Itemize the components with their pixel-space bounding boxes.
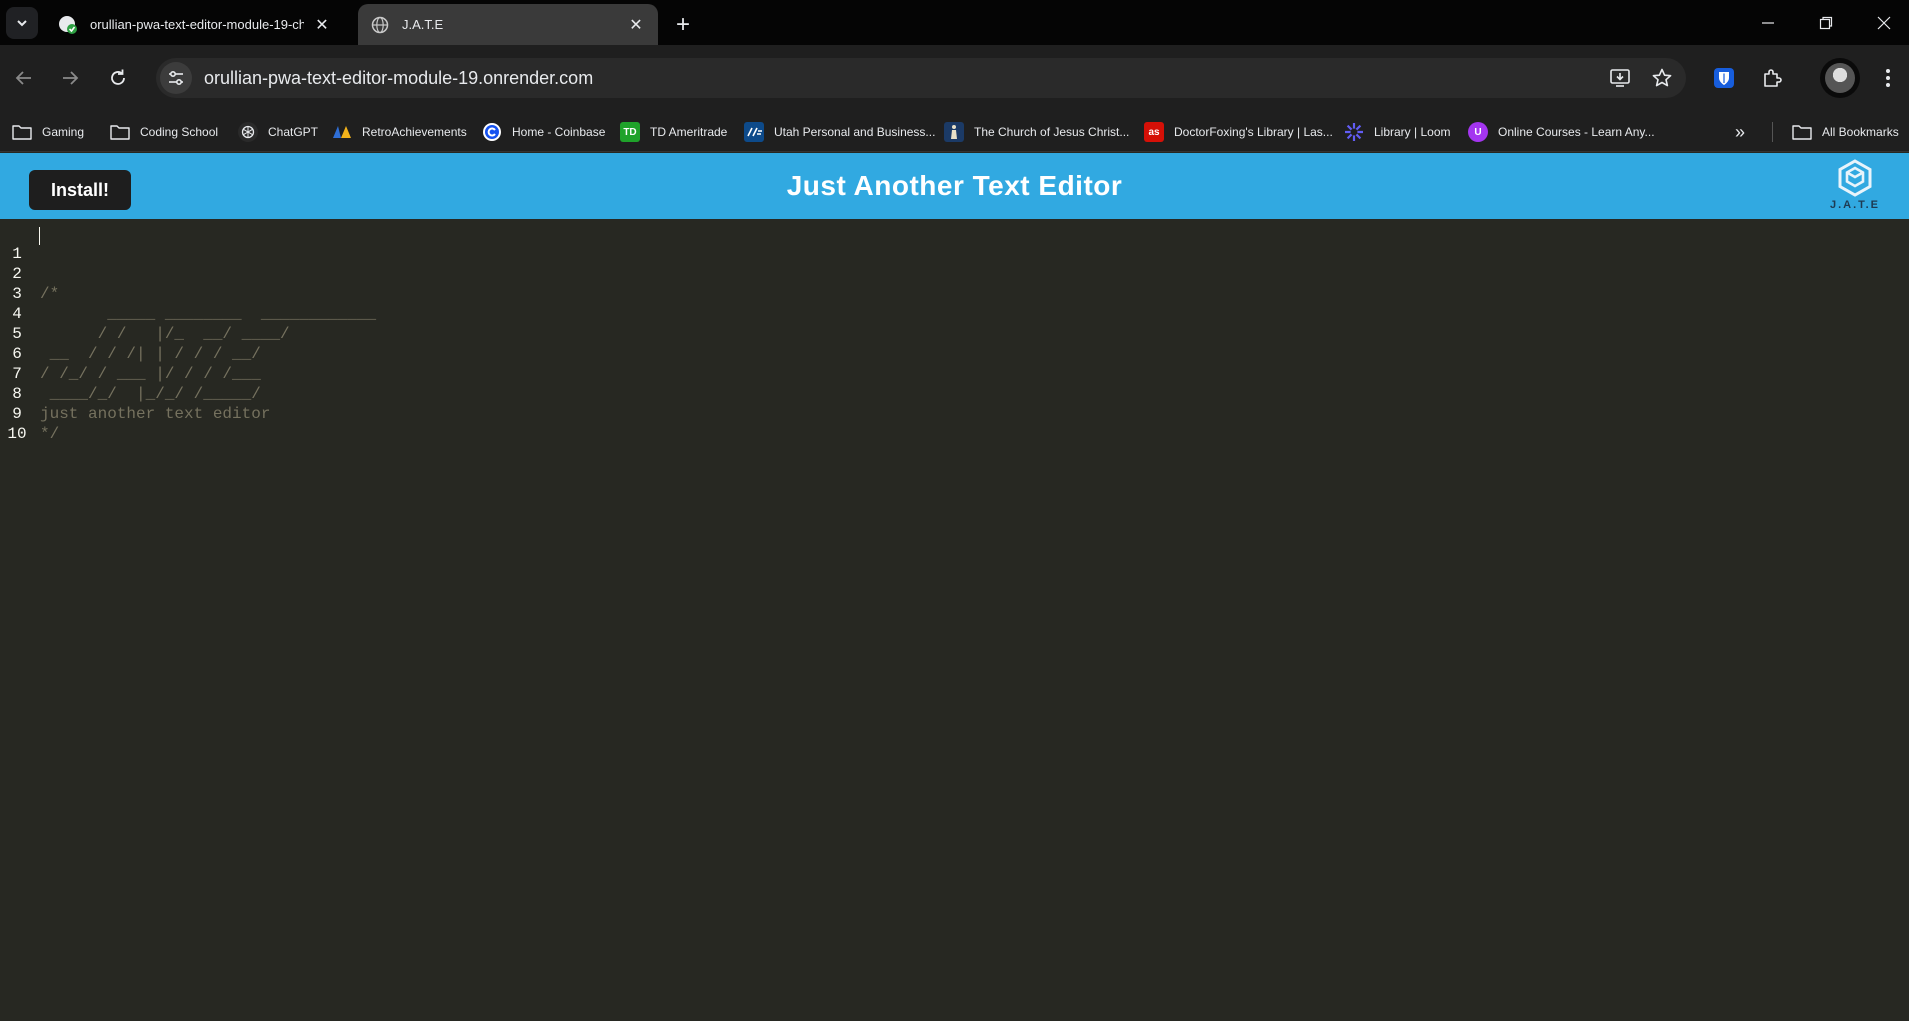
all-bookmarks-label: All Bookmarks — [1822, 125, 1899, 139]
folder-icon — [12, 122, 32, 142]
bookmark-udemy[interactable]: U Online Courses - Learn Any... — [1468, 120, 1655, 144]
td-icon: TD — [620, 122, 640, 142]
bookmark-label: ChatGPT — [268, 125, 319, 139]
bookmarks-divider — [1772, 122, 1773, 142]
tab-title: J.A.T.E — [402, 17, 444, 32]
menu-kebab-icon[interactable] — [1870, 60, 1906, 96]
bookmark-utah-bank[interactable]: Utah Personal and Business... — [744, 120, 935, 144]
avatar-image — [1825, 63, 1855, 93]
bookmark-td-ameritrade[interactable]: TD TD Ameritrade — [620, 120, 727, 144]
bookmark-label: Online Courses - Learn Any... — [1498, 125, 1655, 139]
bookmark-label: The Church of Jesus Christ... — [974, 125, 1130, 139]
folder-icon — [1792, 122, 1812, 142]
arrow-right-icon — [63, 71, 79, 85]
bookmark-label: Gaming — [42, 125, 85, 139]
line-text[interactable]: */ — [40, 424, 59, 444]
more-bookmarks-chevron-icon[interactable]: » — [1728, 120, 1752, 144]
minimize-icon — [1762, 21, 1774, 24]
jate-logo-icon — [1838, 159, 1872, 197]
bookmark-label: Library | Loom — [1374, 125, 1451, 139]
restore-button[interactable] — [1797, 0, 1855, 45]
church-icon — [944, 122, 964, 142]
bookmarks-bar: Gaming Coding School ChatGPT RetroAchiev… — [0, 112, 1909, 152]
chatgpt-icon — [238, 122, 258, 142]
bookmark-label: DoctorFoxing's Library | Las... — [1174, 125, 1333, 139]
logo-text: J.A.T.E — [1829, 199, 1881, 211]
tab-search-button[interactable] — [6, 7, 38, 39]
editor-line[interactable]: 10 — [0, 404, 1909, 443]
tab-strip: orullian-pwa-text-editor-module-19-chall… — [0, 0, 1909, 45]
github-favicon-icon — [58, 15, 78, 35]
app-title: Just Another Text Editor — [786, 170, 1123, 201]
bookmark-coding-school[interactable]: Coding School — [110, 120, 218, 144]
close-icon — [1877, 16, 1891, 29]
editor-line[interactable]: 1 — [0, 224, 1909, 263]
back-button[interactable] — [6, 60, 42, 96]
bookmark-gaming[interactable]: Gaming — [12, 120, 84, 144]
retroachievements-icon — [332, 122, 352, 142]
loom-icon — [1344, 122, 1364, 142]
tab-title: orullian-pwa-text-editor-module-19-chall… — [90, 17, 304, 32]
install-app-icon[interactable] — [1602, 60, 1638, 96]
app-header: Install! Just Another Text Editor J.A.T.… — [0, 153, 1909, 219]
bookmark-coinbase[interactable]: Home - Coinbase — [482, 120, 605, 144]
arrow-left-icon — [15, 71, 31, 85]
globe-icon — [370, 15, 390, 35]
bookmark-retroachievements[interactable]: RetroAchievements — [332, 120, 467, 144]
reload-icon — [111, 69, 125, 85]
lastfm-icon: as — [1144, 122, 1164, 142]
bookmark-chatgpt[interactable]: ChatGPT — [238, 120, 318, 144]
bookmark-label: TD Ameritrade — [650, 125, 728, 139]
forward-button[interactable] — [52, 60, 88, 96]
profile-avatar[interactable] — [1820, 58, 1860, 98]
text-cursor — [39, 227, 40, 245]
address-bar[interactable]: orullian-pwa-text-editor-module-19.onren… — [156, 58, 1686, 98]
editor-line[interactable]: 8 just another text editor — [0, 364, 1909, 423]
chevron-down-icon — [17, 20, 27, 27]
site-info-button[interactable] — [160, 62, 192, 94]
folder-icon — [110, 122, 130, 142]
bitwarden-extension-icon[interactable] — [1706, 60, 1742, 96]
bookmark-label: Coding School — [140, 125, 219, 139]
tab-github[interactable]: orullian-pwa-text-editor-module-19-chall… — [46, 4, 344, 45]
bookmark-label: Utah Personal and Business... — [774, 125, 936, 139]
editor-line[interactable]: 9 */ — [0, 384, 1909, 443]
coinbase-icon — [482, 122, 502, 142]
new-tab-button[interactable]: + — [668, 10, 698, 40]
close-tab-icon[interactable]: ✕ — [312, 15, 332, 35]
udemy-icon: U — [1468, 122, 1488, 142]
jate-logo: J.A.T.E — [1820, 159, 1890, 215]
tune-icon — [169, 70, 183, 86]
bookmark-label: Home - Coinbase — [512, 125, 606, 139]
line-number: 10 — [7, 425, 27, 443]
editor-line[interactable]: 5 __ / / /| | / / / __/ — [0, 304, 1909, 363]
tab-jate[interactable]: J.A.T.E ✕ — [358, 4, 658, 45]
close-window-button[interactable] — [1855, 0, 1909, 45]
minimize-button[interactable] — [1739, 0, 1797, 45]
code-editor[interactable]: 1 2 /* 3 _____ ________ ____________ 4 /… — [0, 219, 1909, 1021]
extensions-icon[interactable] — [1754, 60, 1790, 96]
bookmark-star-icon[interactable] — [1644, 60, 1680, 96]
bookmark-label: RetroAchievements — [362, 125, 467, 139]
bookmark-church[interactable]: The Church of Jesus Christ... — [944, 120, 1129, 144]
all-bookmarks-button[interactable]: All Bookmarks — [1792, 120, 1899, 144]
editor-line[interactable]: 7 ____/_/ |_/_/ /_____/ — [0, 344, 1909, 403]
editor-line[interactable]: 2 /* — [0, 244, 1909, 303]
bookmark-loom[interactable]: Library | Loom — [1344, 120, 1450, 144]
editor-line[interactable]: 6 / /_/ / ___ |/ / / /___ — [0, 324, 1909, 383]
editor-line[interactable]: 3 _____ ________ ____________ — [0, 264, 1909, 323]
bookmark-lastfm[interactable]: as DoctorFoxing's Library | Las... — [1144, 120, 1333, 144]
close-tab-icon[interactable]: ✕ — [626, 15, 646, 35]
restore-icon — [1819, 16, 1833, 29]
editor-line[interactable]: 4 / / |/_ __/ ____/ — [0, 284, 1909, 343]
url-text[interactable]: orullian-pwa-text-editor-module-19.onren… — [204, 68, 1602, 89]
reload-button[interactable] — [100, 60, 136, 96]
bank-icon — [744, 122, 764, 142]
browser-toolbar: orullian-pwa-text-editor-module-19.onren… — [0, 45, 1909, 112]
